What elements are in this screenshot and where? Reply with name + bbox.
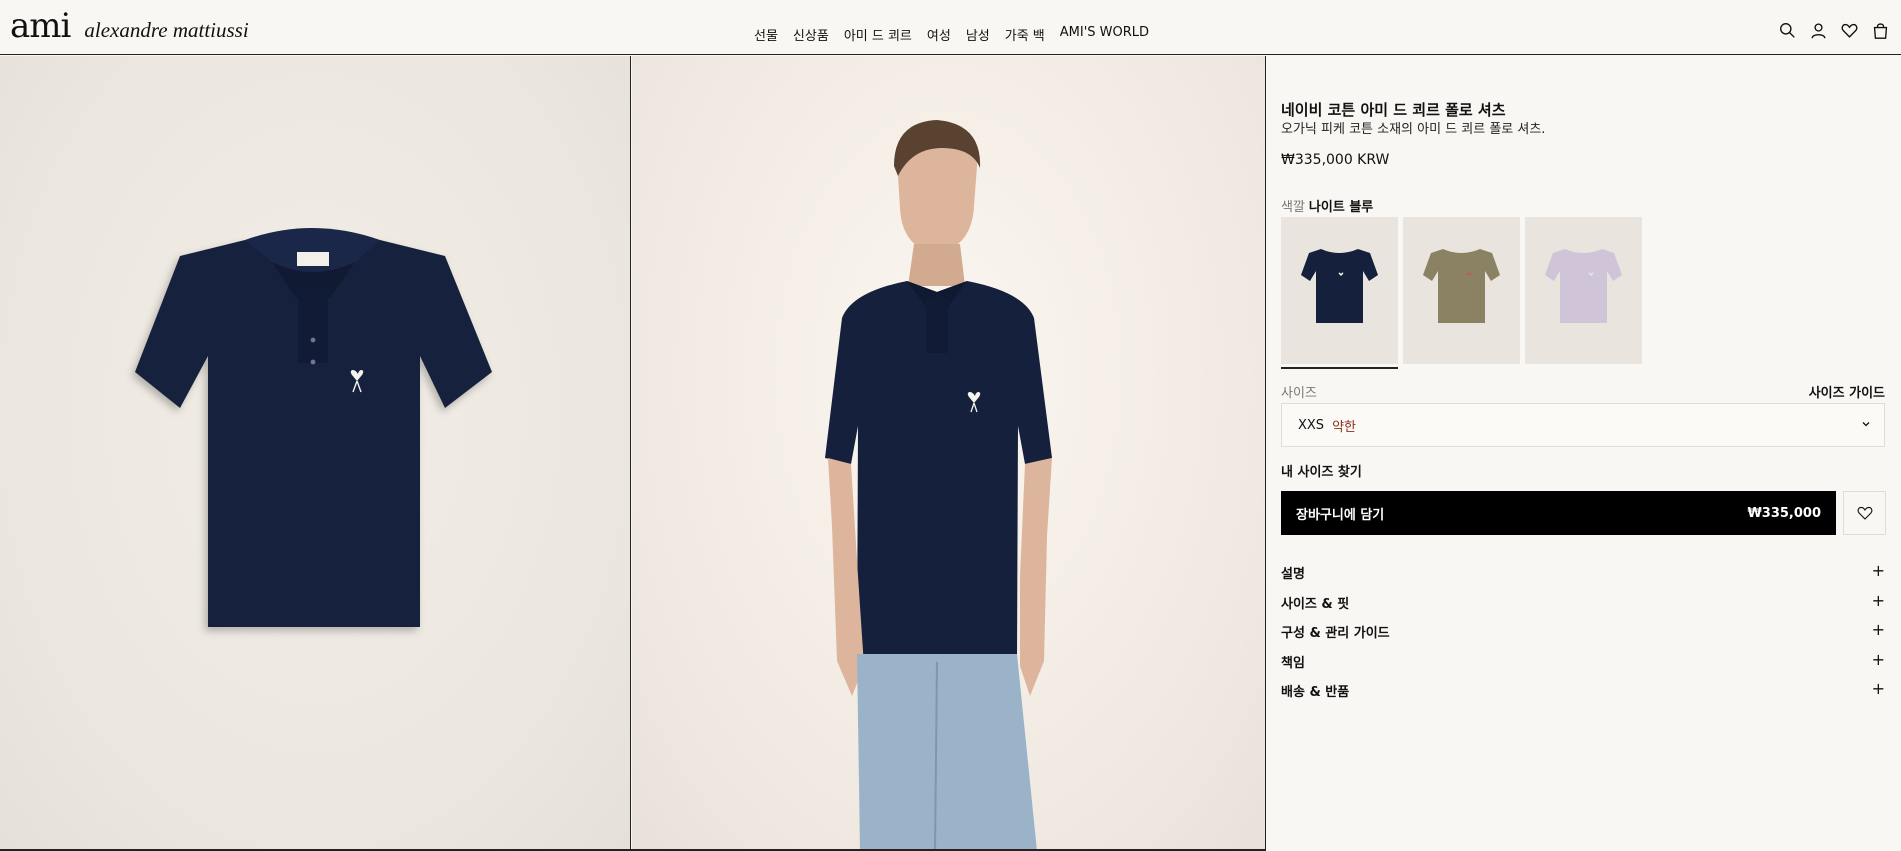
plus-icon: +	[1871, 620, 1885, 639]
polo-thumbnail-navy	[1301, 249, 1378, 323]
size-row: 사이즈 사이즈 가이드	[1281, 382, 1885, 401]
nav-item-new[interactable]: 신상품	[793, 25, 829, 44]
wishlist-button[interactable]	[1843, 491, 1886, 535]
brand-logo[interactable]: ami alexandre mattiussi	[10, 6, 249, 46]
model-wearing-polo-image	[825, 120, 1052, 851]
size-value: XXS	[1298, 417, 1325, 433]
accordion-label: 설명	[1281, 567, 1305, 582]
accordion-shipping-returns[interactable]: 배송 & 반품 +	[1281, 679, 1885, 700]
product-image-flat[interactable]	[0, 56, 631, 851]
heart-icon	[1857, 506, 1872, 520]
accordion-label: 사이즈 & 핏	[1281, 597, 1350, 612]
plus-icon: +	[1871, 650, 1885, 669]
polo-thumbnail-khaki	[1423, 249, 1500, 323]
account-icon[interactable]	[1810, 22, 1827, 39]
nav-item-men[interactable]: 남성	[966, 25, 990, 44]
color-label: 색깔	[1281, 200, 1305, 215]
heart-icon[interactable]	[1841, 22, 1858, 39]
accordion-size-fit[interactable]: 사이즈 & 핏 +	[1281, 591, 1885, 612]
swatch-lilac[interactable]	[1525, 217, 1642, 364]
nav-item-ami-de-coeur[interactable]: 아미 드 쾨르	[844, 25, 912, 44]
find-my-size-link[interactable]: 내 사이즈 찾기	[1281, 461, 1362, 480]
main-nav: 선물 신상품 아미 드 쾨르 여성 남성 가죽 백 AMI'S WORLD	[754, 25, 1149, 44]
site-header: ami alexandre mattiussi 선물 신상품 아미 드 쾨르 여…	[0, 0, 1901, 55]
polo-shirt-flat-image	[135, 228, 492, 627]
accordion-description[interactable]: 설명 +	[1281, 561, 1885, 582]
size-label: 사이즈	[1281, 386, 1317, 401]
header-icons	[1779, 22, 1889, 39]
size-select[interactable]: XXS 약한	[1281, 403, 1885, 447]
accordion-composition-care[interactable]: 구성 & 관리 가이드 +	[1281, 620, 1885, 641]
product-price: ₩335,000 KRW	[1281, 152, 1390, 168]
swatch-night-blue[interactable]	[1281, 217, 1398, 369]
plus-icon: +	[1871, 561, 1885, 580]
product-info-panel: 네이비 코튼 아미 드 쾨르 폴로 셔츠 오가닉 피케 코튼 소재의 아미 드 …	[1267, 56, 1901, 851]
logo-name: alexandre mattiussi	[84, 18, 249, 42]
plus-icon: +	[1871, 591, 1885, 610]
add-to-cart-button[interactable]: 장바구니에 담기 ₩335,000	[1281, 491, 1836, 535]
accordion-label: 구성 & 관리 가이드	[1281, 626, 1390, 641]
search-icon[interactable]	[1779, 22, 1796, 39]
swatch-khaki[interactable]	[1403, 217, 1520, 364]
accordion-label: 배송 & 반품	[1281, 685, 1350, 700]
accordion-label: 책임	[1281, 656, 1305, 671]
bag-icon[interactable]	[1872, 22, 1889, 39]
nav-item-amis-world[interactable]: AMI'S WORLD	[1060, 25, 1149, 44]
nav-item-leather-bags[interactable]: 가죽 백	[1005, 25, 1045, 44]
logo-mark: ami	[10, 6, 71, 46]
accordion-responsibility[interactable]: 책임 +	[1281, 650, 1885, 671]
polo-thumbnail-lilac	[1545, 249, 1622, 323]
stock-status: 약한	[1332, 419, 1356, 435]
add-to-cart-label: 장바구니에 담기	[1296, 507, 1385, 523]
nav-item-women[interactable]: 여성	[927, 25, 951, 44]
color-value: 나이트 블루	[1308, 200, 1374, 215]
plus-icon: +	[1871, 679, 1885, 698]
chevron-down-icon	[1862, 422, 1870, 427]
color-selection-label: 색깔 나이트 블루	[1281, 196, 1373, 215]
color-swatches	[1281, 217, 1642, 369]
nav-item-gift[interactable]: 선물	[754, 25, 778, 44]
product-image-model[interactable]	[632, 56, 1266, 851]
product-title: 네이비 코튼 아미 드 쾨르 폴로 셔츠	[1281, 101, 1506, 119]
product-subtitle: 오가닉 피케 코튼 소재의 아미 드 쾨르 폴로 셔츠.	[1281, 122, 1546, 137]
add-to-cart-price: ₩335,000	[1747, 505, 1821, 521]
size-guide-link[interactable]: 사이즈 가이드	[1809, 382, 1885, 401]
